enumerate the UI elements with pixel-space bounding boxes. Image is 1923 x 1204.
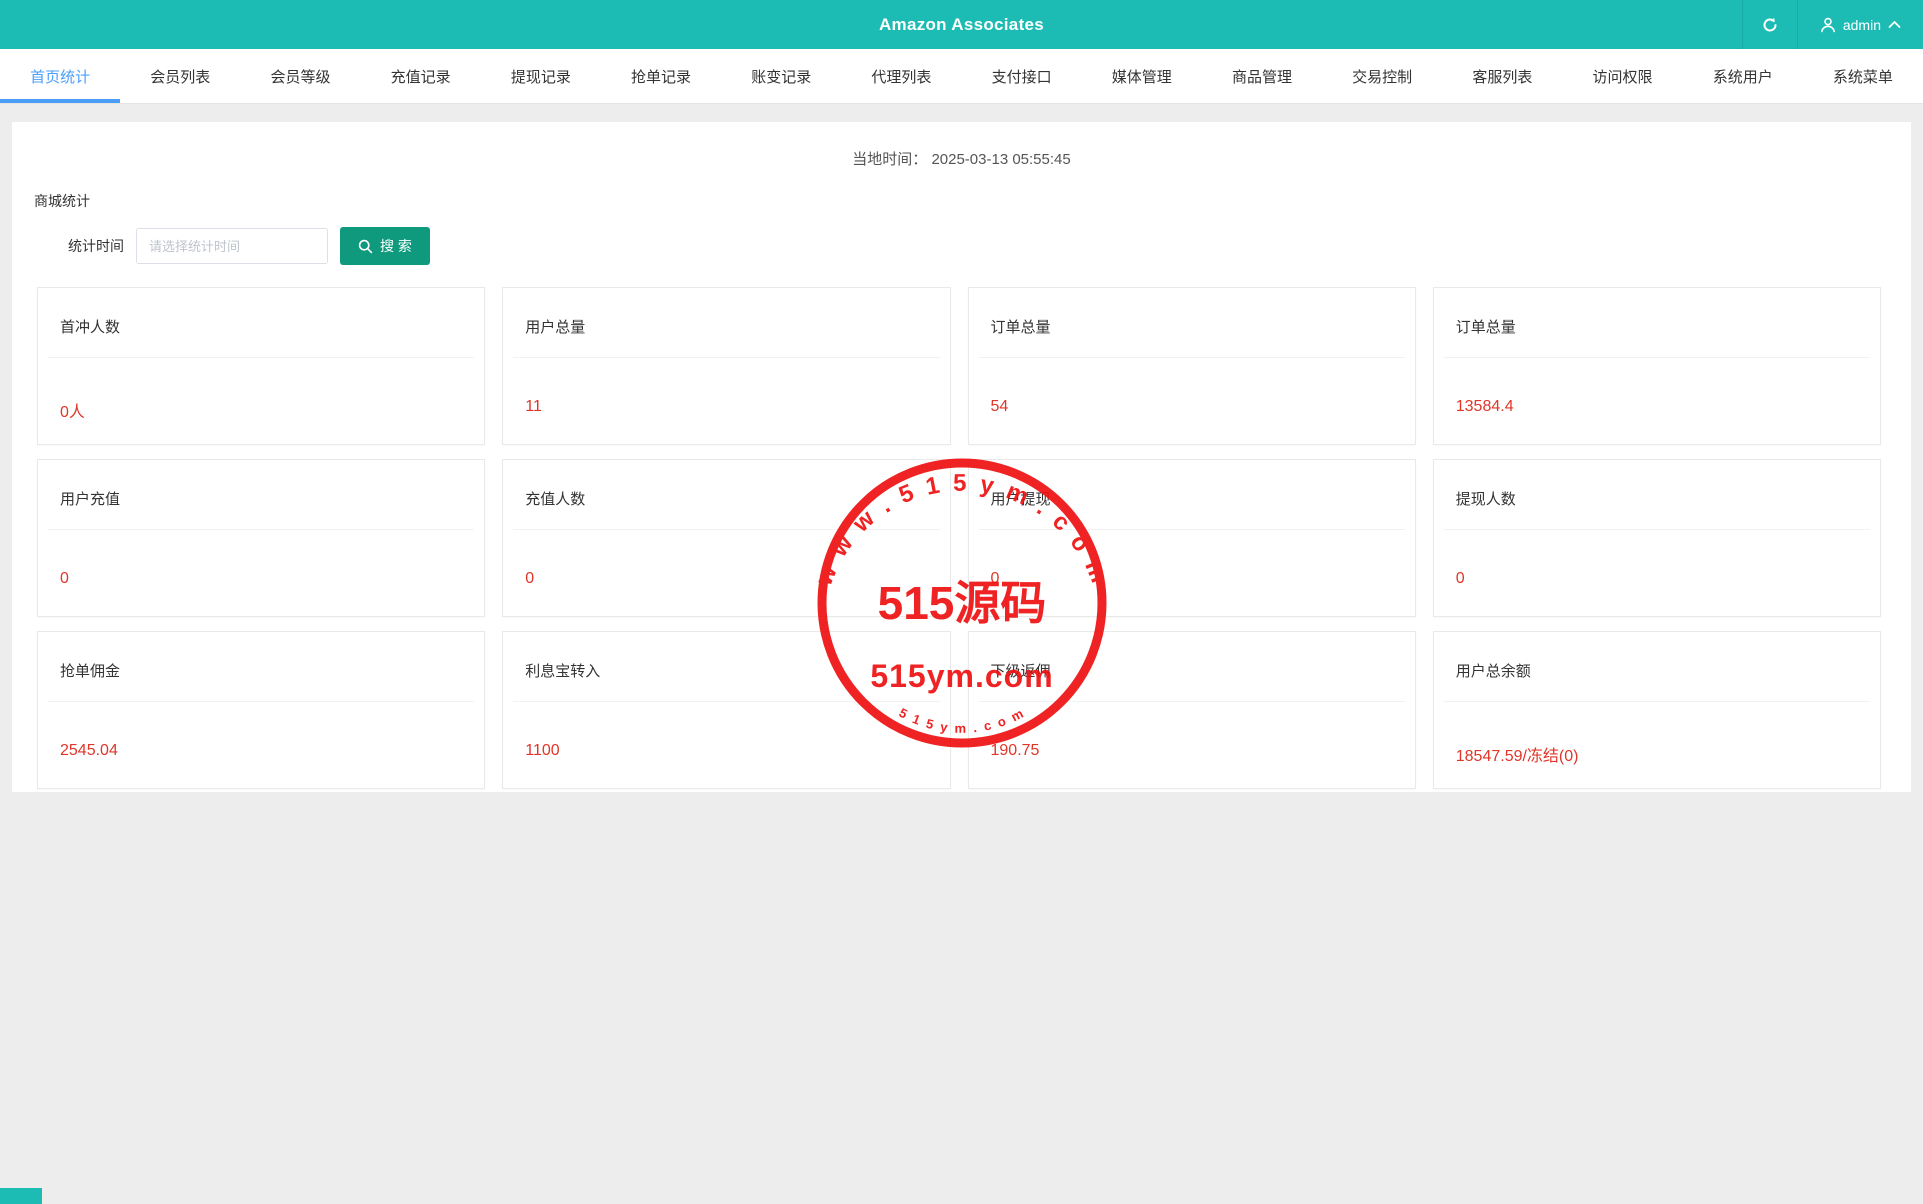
- tab-home-stats[interactable]: 首页统计: [0, 49, 120, 103]
- stat-value: 0: [1434, 530, 1880, 588]
- stat-value: 13584.4: [1434, 358, 1880, 416]
- stat-card-subordinate-rebate: 下级返佣 190.75: [968, 631, 1416, 789]
- stat-value: 190.75: [969, 702, 1415, 760]
- stat-title: 用户充值: [38, 460, 484, 529]
- stat-card-user-recharge: 用户充值 0: [37, 459, 485, 617]
- filter-label: 统计时间: [68, 236, 124, 256]
- header-controls: admin: [1742, 0, 1923, 49]
- username-label: admin: [1843, 17, 1881, 33]
- tab-media-management[interactable]: 媒体管理: [1082, 49, 1202, 103]
- corner-mark: [0, 1188, 42, 1204]
- stat-title: 用户提现: [969, 460, 1415, 529]
- refresh-icon: [1761, 16, 1779, 34]
- main-nav: 首页统计 会员列表 会员等级 充值记录 提现记录 抢单记录 账变记录 代理列表 …: [0, 49, 1923, 104]
- stat-card-withdraw-users: 提现人数 0: [1433, 459, 1881, 617]
- user-menu[interactable]: admin: [1797, 0, 1923, 49]
- local-time-label: 当地时间：: [852, 151, 927, 168]
- tab-recharge-records[interactable]: 充值记录: [361, 49, 481, 103]
- tab-agent-list[interactable]: 代理列表: [841, 49, 961, 103]
- stat-card-user-withdraw: 用户提现 0: [968, 459, 1416, 617]
- tab-payment-interface[interactable]: 支付接口: [962, 49, 1082, 103]
- tab-order-grab-records[interactable]: 抢单记录: [601, 49, 721, 103]
- stat-title: 充值人数: [503, 460, 949, 529]
- stat-card-total-orders: 订单总量 54: [968, 287, 1416, 445]
- stat-title: 下级返佣: [969, 632, 1415, 701]
- tab-system-menu[interactable]: 系统菜单: [1803, 49, 1923, 103]
- stat-card-grab-commission: 抢单佣金 2545.04: [37, 631, 485, 789]
- stat-card-interest-transfer: 利息宝转入 1100: [502, 631, 950, 789]
- stat-card-total-users: 用户总量 11: [502, 287, 950, 445]
- section-title: 商城统计: [34, 191, 1911, 211]
- stat-title: 订单总量: [1434, 288, 1880, 357]
- chevron-up-icon: [1888, 20, 1901, 29]
- stat-value: 2545.04: [38, 702, 484, 760]
- stat-value: 1100: [503, 702, 949, 760]
- stat-value: 0人: [38, 358, 484, 422]
- stat-value: 0: [969, 530, 1415, 588]
- tab-member-list[interactable]: 会员列表: [120, 49, 240, 103]
- stat-title: 抢单佣金: [38, 632, 484, 701]
- stat-title: 用户总量: [503, 288, 949, 357]
- tab-service-list[interactable]: 客服列表: [1442, 49, 1562, 103]
- stat-time-input[interactable]: [136, 228, 328, 264]
- stat-title: 订单总量: [969, 288, 1415, 357]
- tab-transaction-control[interactable]: 交易控制: [1322, 49, 1442, 103]
- tab-access-rights[interactable]: 访问权限: [1562, 49, 1682, 103]
- stat-title: 利息宝转入: [503, 632, 949, 701]
- stats-grid: 首冲人数 0人 用户总量 11 订单总量 54 订单总量 13584.4 用户充…: [37, 287, 1881, 789]
- search-icon: [358, 239, 373, 254]
- stat-card-first-recharge-users: 首冲人数 0人: [37, 287, 485, 445]
- search-button-label: 搜 索: [380, 236, 412, 256]
- local-time-value: 2025-03-13 05:55:45: [931, 151, 1070, 168]
- stat-title: 首冲人数: [38, 288, 484, 357]
- search-button[interactable]: 搜 索: [340, 227, 430, 265]
- content-panel: 当地时间： 2025-03-13 05:55:45 商城统计 统计时间 搜 索 …: [12, 122, 1911, 792]
- tab-member-level[interactable]: 会员等级: [240, 49, 360, 103]
- stat-value: 0: [503, 530, 949, 588]
- stat-card-total-order-amount: 订单总量 13584.4: [1433, 287, 1881, 445]
- stat-card-total-balance: 用户总余额 18547.59/冻结(0): [1433, 631, 1881, 789]
- stat-value: 18547.59/冻结(0): [1434, 702, 1880, 766]
- stat-value: 0: [38, 530, 484, 588]
- user-icon: [1820, 17, 1836, 33]
- app-title: Amazon Associates: [0, 15, 1923, 35]
- stat-card-recharge-users: 充值人数 0: [502, 459, 950, 617]
- stat-value: 54: [969, 358, 1415, 416]
- stat-value: 11: [503, 358, 949, 416]
- app-header: Amazon Associates admin: [0, 0, 1923, 49]
- tab-product-management[interactable]: 商品管理: [1202, 49, 1322, 103]
- filter-row: 统计时间 搜 索: [68, 227, 1911, 265]
- tab-withdraw-records[interactable]: 提现记录: [481, 49, 601, 103]
- stat-title: 提现人数: [1434, 460, 1880, 529]
- refresh-button[interactable]: [1742, 0, 1797, 49]
- stat-title: 用户总余额: [1434, 632, 1880, 701]
- tab-system-users[interactable]: 系统用户: [1683, 49, 1803, 103]
- tab-account-change-records[interactable]: 账变记录: [721, 49, 841, 103]
- local-time-row: 当地时间： 2025-03-13 05:55:45: [12, 122, 1911, 169]
